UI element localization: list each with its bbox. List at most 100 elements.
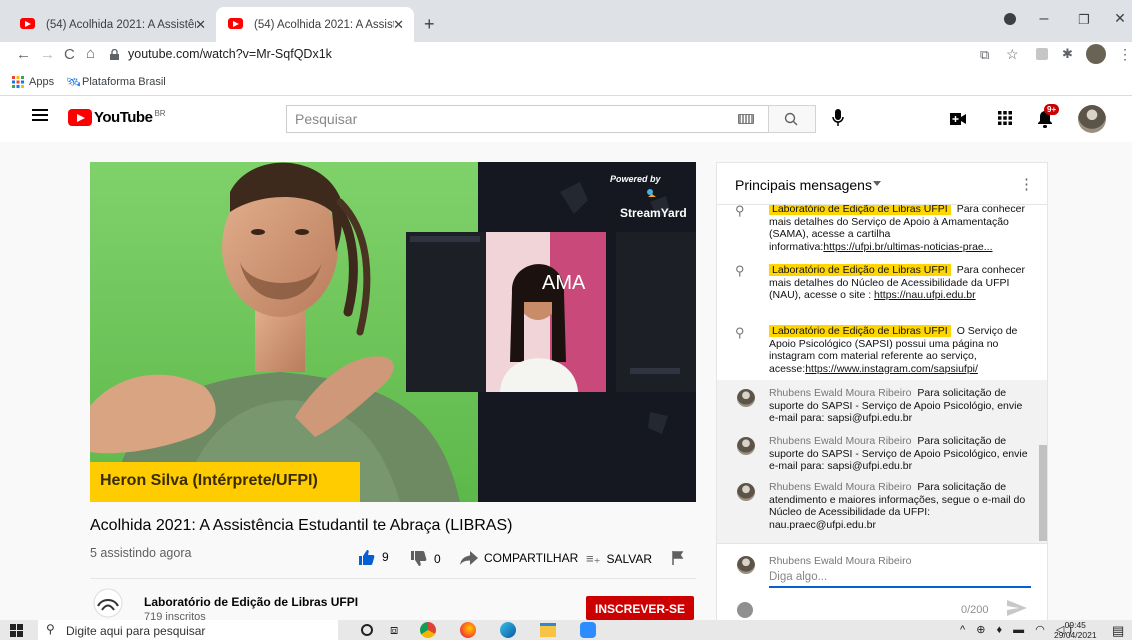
forward-icon[interactable]: → xyxy=(40,46,55,63)
youtube-header: YouTube BR Pesquisar 9+ xyxy=(0,96,1132,142)
create-video-icon[interactable] xyxy=(950,113,966,125)
extensions-puzzle-icon[interactable]: ✱ xyxy=(1062,46,1073,62)
chrome-taskbar-icon[interactable] xyxy=(420,622,436,638)
profile-avatar[interactable] xyxy=(1086,44,1106,64)
streamyard-label: StreamYard xyxy=(620,206,687,220)
home-icon[interactable]: ⌂ xyxy=(86,45,95,62)
char-counter: 0/200 xyxy=(961,604,989,616)
channel-avatar[interactable] xyxy=(88,588,128,618)
chat-scrollbar[interactable] xyxy=(1039,445,1047,541)
interpreter-caption: Heron Silva (Intérprete/UFPI) xyxy=(100,472,318,489)
close-tab-icon[interactable]: ✕ xyxy=(393,17,404,33)
search-input[interactable]: Pesquisar xyxy=(286,105,768,133)
keyboard-icon[interactable] xyxy=(738,114,754,124)
search-button[interactable] xyxy=(768,105,816,133)
dislike-button[interactable]: 0 xyxy=(410,551,441,567)
plataforma-brasil-icon: 🛰 xyxy=(66,75,82,89)
bookmark-apps[interactable]: Apps xyxy=(29,76,54,88)
windows-start-icon[interactable] xyxy=(10,624,23,637)
emoji-icon[interactable] xyxy=(737,602,753,618)
restore-icon[interactable]: ❐ xyxy=(1074,12,1094,28)
subscribe-button[interactable]: INSCREVER-SE xyxy=(586,596,694,620)
back-icon[interactable]: ← xyxy=(16,46,31,63)
new-tab-icon[interactable]: + xyxy=(424,14,435,35)
chat-mode-dropdown-icon[interactable] xyxy=(873,181,881,186)
browser-tab[interactable]: (54) Acolhida 2021: A Assistência Estuda… xyxy=(8,7,216,42)
minimize-icon[interactable]: – xyxy=(1034,10,1054,28)
browser-tab-active[interactable]: (54) Acolhida 2021: A Assistência Estuda… xyxy=(216,7,414,42)
video-title: Acolhida 2021: A Assistência Estudantil … xyxy=(90,517,513,534)
report-flag-icon[interactable] xyxy=(672,551,684,565)
taskbar-clock[interactable]: 09:45 29/04/2021 xyxy=(1054,620,1097,640)
moderator-wrench-icon: ⚲ xyxy=(735,205,745,218)
my-avatar xyxy=(737,556,755,574)
task-view-icon[interactable]: ⧈ xyxy=(390,622,398,638)
chat-author-avatar[interactable] xyxy=(737,483,755,501)
sama-banner-text: AMA xyxy=(542,272,586,294)
reload-icon[interactable]: C xyxy=(64,46,75,63)
close-window-icon[interactable]: ✕ xyxy=(1110,10,1130,27)
browser-menu-icon[interactable]: ⋮ xyxy=(1118,46,1132,63)
user-avatar[interactable] xyxy=(1078,105,1106,133)
send-icon[interactable] xyxy=(1007,600,1027,616)
cortana-icon[interactable] xyxy=(361,624,373,636)
firefox-taskbar-icon[interactable] xyxy=(460,622,476,638)
notification-center-icon[interactable]: ▤ xyxy=(1112,623,1124,639)
chat-message-list: ⚲ Laboratório de Edição de Libras UFPI Pa… xyxy=(717,205,1047,543)
install-icon[interactable]: ⧉ xyxy=(980,47,989,63)
chat-link[interactable]: https://www.instagram.com/sapsiufpi/ xyxy=(805,363,978,375)
like-button[interactable]: 9 xyxy=(358,549,389,565)
hamburger-menu-icon[interactable] xyxy=(32,108,48,122)
microphone-icon[interactable] xyxy=(832,109,844,129)
browser-toolbar: ← → C ⌂ youtube.com/watch?v=Mr-SqfQDx1k … xyxy=(0,42,1132,68)
chat-mode-label[interactable]: Principais mensagens xyxy=(735,177,872,193)
viewer-count: 5 assistindo agora xyxy=(90,546,192,560)
playlist-add-icon: ≡₊ xyxy=(586,551,601,566)
chat-author-avatar[interactable] xyxy=(737,389,755,407)
lock-icon xyxy=(110,49,119,60)
taskbar-search-box[interactable]: ⚲ Digite aqui para pesquisar xyxy=(38,620,338,640)
chat-input-author: Rhubens Ewald Moura Ribeiro xyxy=(769,555,912,567)
divider xyxy=(90,578,696,579)
save-button[interactable]: ≡₊ SALVAR xyxy=(586,551,652,567)
bookmark-star-icon[interactable]: ☆ xyxy=(1006,46,1019,63)
bookmarks-bar: Apps 🛰 Plataforma Brasil xyxy=(0,68,1132,96)
file-explorer-icon[interactable] xyxy=(540,623,556,637)
channel-name[interactable]: Laboratório de Edição de Libras UFPI xyxy=(144,595,358,609)
chat-link[interactable]: https://nau.ufpi.edu.br xyxy=(874,289,976,301)
streamyard-logo-icon xyxy=(646,188,658,198)
chat-message: Laboratório de Edição de Libras UFPI O Se… xyxy=(769,325,1018,375)
youtube-favicon-icon xyxy=(228,18,243,29)
chat-message-input[interactable]: Diga algo... xyxy=(769,571,1031,588)
close-tab-icon[interactable]: ✕ xyxy=(195,17,206,33)
zoom-taskbar-icon[interactable] xyxy=(580,622,596,638)
tab-title: (54) Acolhida 2021: A Assistência Estuda… xyxy=(46,18,196,31)
windows-taskbar: ⚲ Digite aqui para pesquisar ⧈ ^ ⊕ ♦ ▬ ◠… xyxy=(0,620,1132,640)
youtube-play-icon xyxy=(68,109,92,126)
chat-message: Laboratório de Edição de Libras UFPI Para… xyxy=(769,264,1025,301)
chat-message: Rhubens Ewald Moura Ribeiro Para solicita… xyxy=(769,387,1023,424)
chat-message: Rhubens Ewald Moura Ribeiro Para solicita… xyxy=(769,435,1028,472)
profile-record-icon[interactable] xyxy=(1004,13,1016,25)
video-player[interactable]: Powered by StreamYard AMA Heron Silva (I… xyxy=(90,162,696,502)
apps-grid-icon[interactable] xyxy=(998,111,1012,125)
edge-taskbar-icon[interactable] xyxy=(500,622,516,638)
youtube-favicon-icon xyxy=(20,18,35,29)
youtube-logo[interactable]: YouTube BR xyxy=(68,109,166,126)
chat-author-avatar[interactable] xyxy=(737,437,755,455)
subscriber-count: 719 inscritos xyxy=(144,611,206,620)
thumbs-up-icon xyxy=(359,550,375,565)
chat-more-icon[interactable]: ⋮ xyxy=(1019,175,1034,193)
apps-grid-icon[interactable] xyxy=(12,76,24,88)
video-frame xyxy=(90,162,696,502)
notification-badge: 9+ xyxy=(1044,104,1060,115)
browser-tab-strip: (54) Acolhida 2021: A Assistência Estuda… xyxy=(0,0,1132,42)
moderator-wrench-icon: ⚲ xyxy=(735,325,745,340)
chat-link[interactable]: https://ufpi.br/ultimas-noticias-prae... xyxy=(823,241,992,253)
url-field[interactable]: youtube.com/watch?v=Mr-SqfQDx1k xyxy=(128,47,332,61)
bookmark-plataforma-brasil[interactable]: Plataforma Brasil xyxy=(82,76,166,88)
thumbs-down-icon xyxy=(411,551,427,566)
chat-header: Principais mensagens ⋮ xyxy=(717,163,1047,205)
share-button[interactable]: COMPARTILHAR xyxy=(460,551,578,565)
extension-icon[interactable] xyxy=(1036,48,1048,60)
